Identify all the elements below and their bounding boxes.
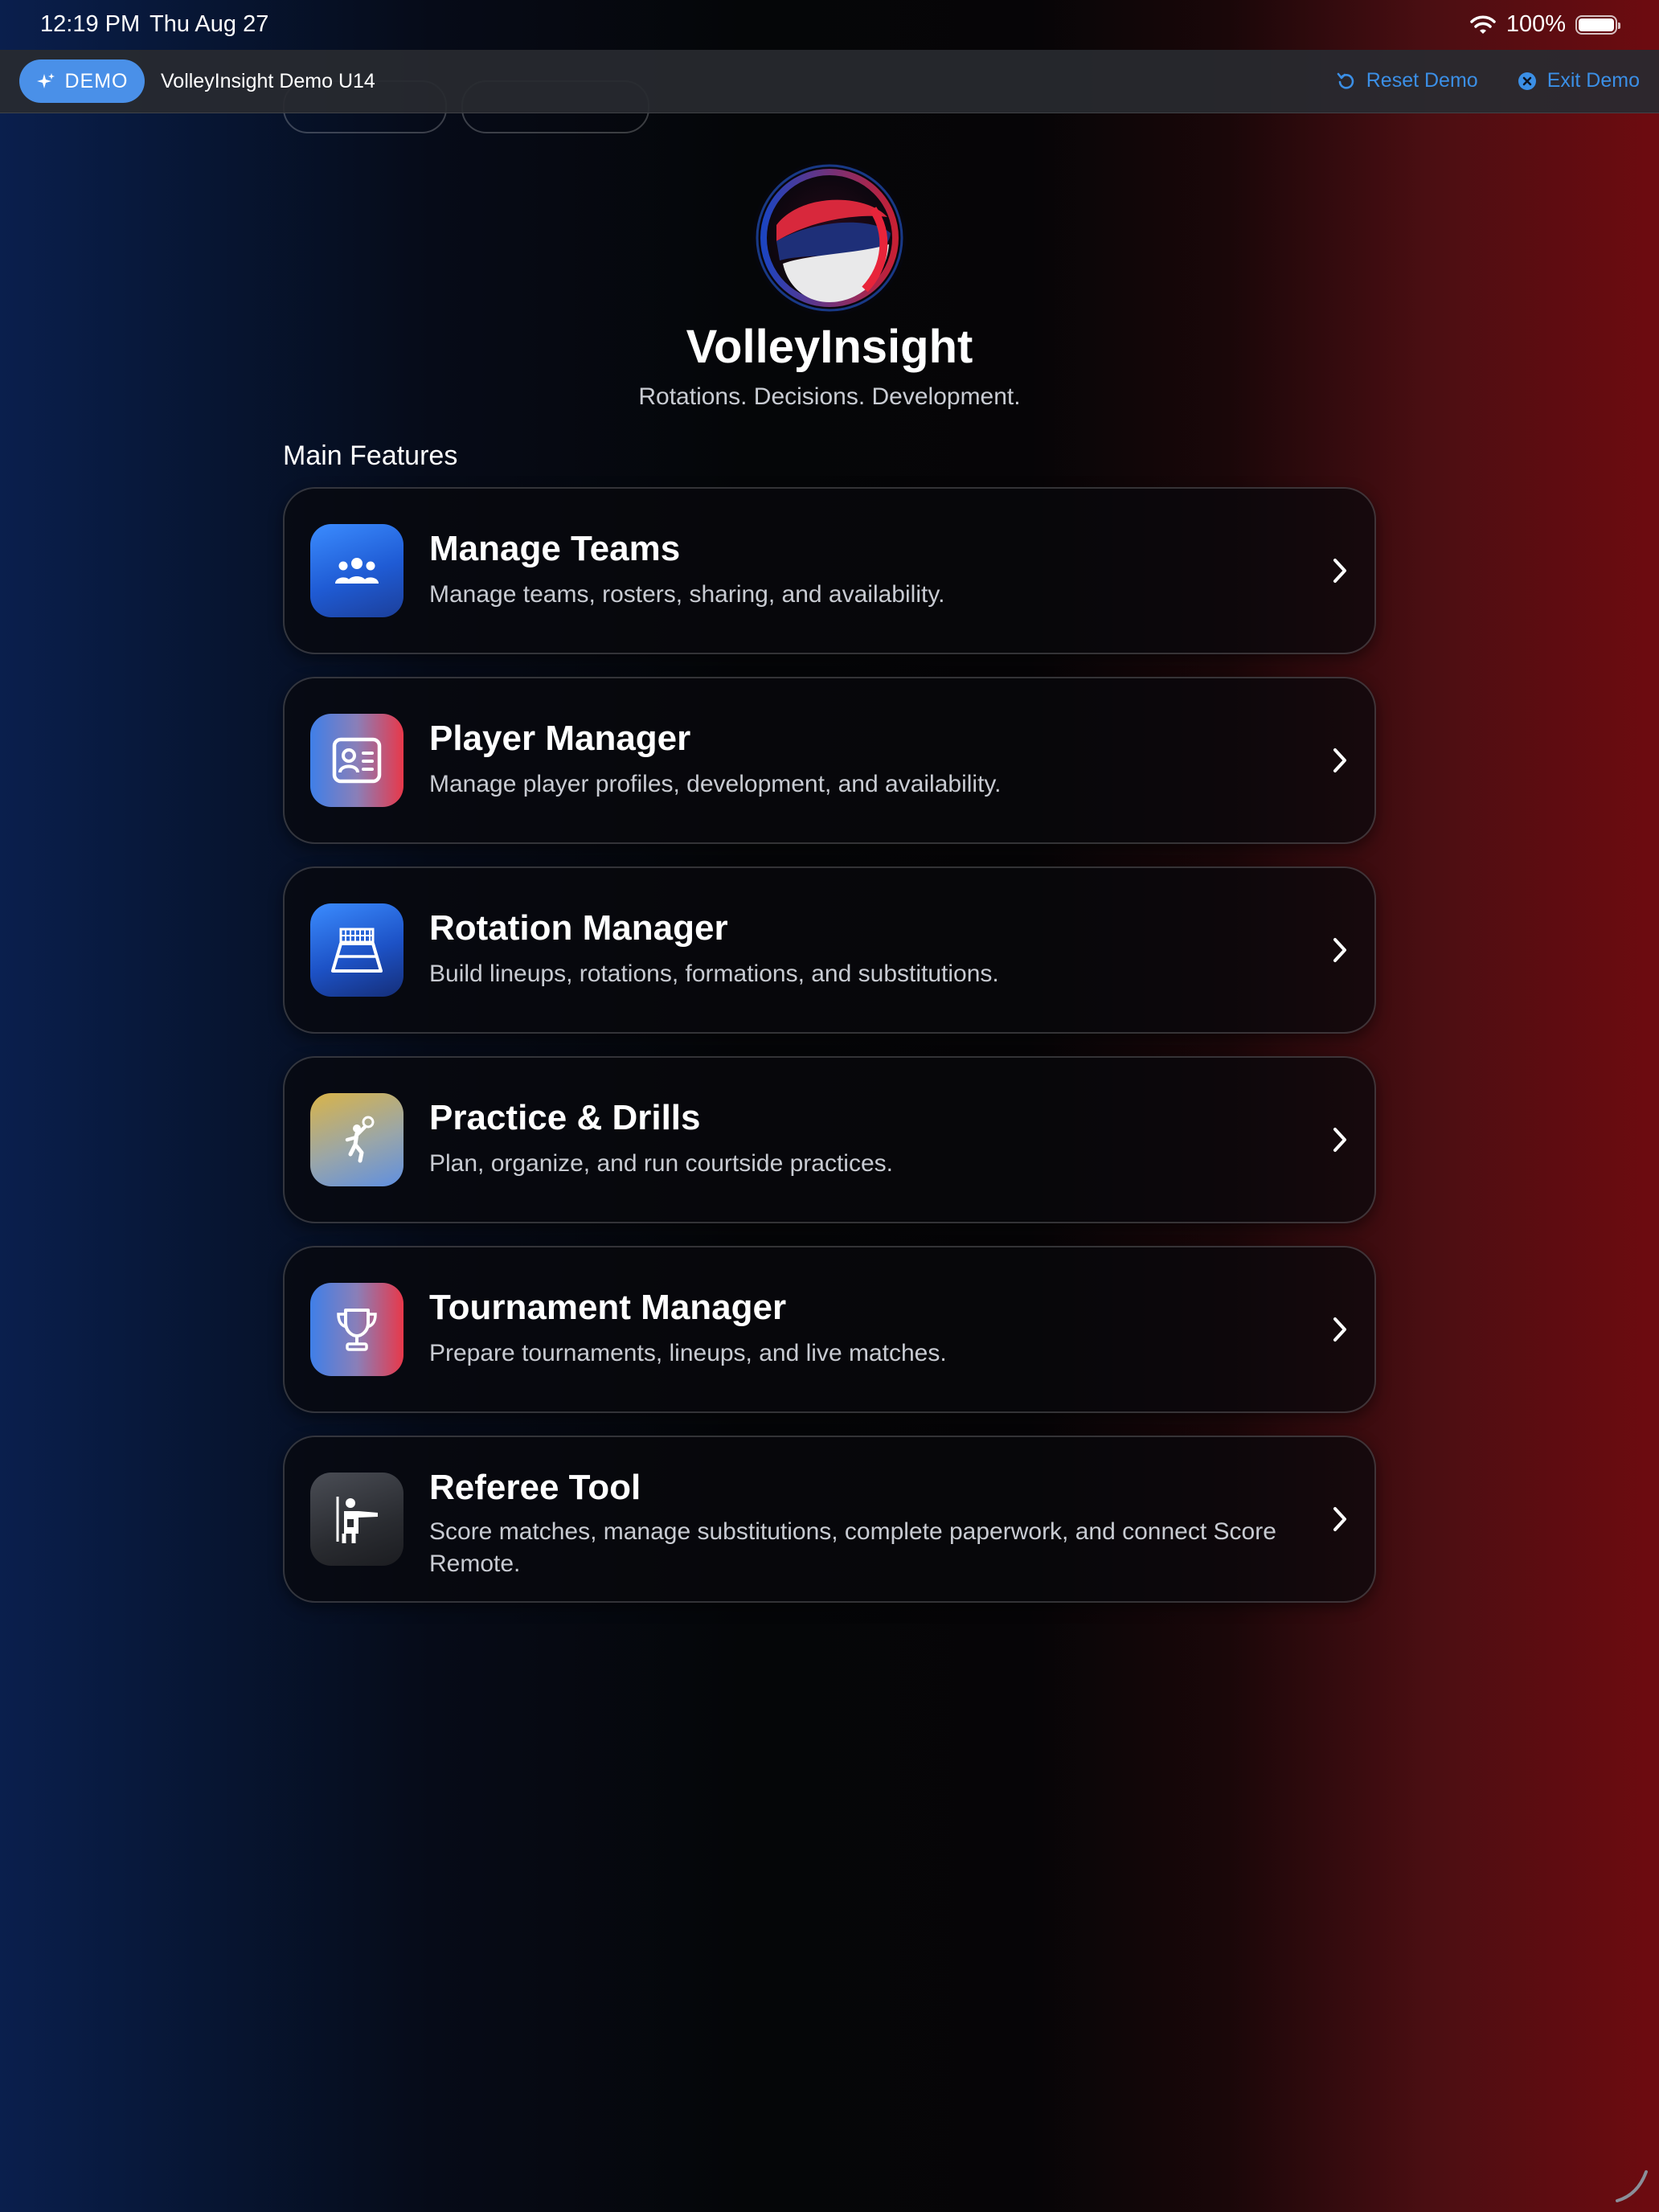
chevron-right-icon (1333, 1128, 1346, 1152)
chevron-right-icon (1333, 938, 1346, 962)
feature-card-rotation-manager[interactable]: Rotation Manager Build lineups, rotation… (283, 866, 1376, 1034)
app-title: VolleyInsight (686, 321, 973, 373)
sparkle-icon (36, 73, 55, 88)
feature-card-tournament-manager[interactable]: Tournament Manager Prepare tournaments, … (283, 1246, 1376, 1413)
demo-actions: Reset Demo Exit Demo (1336, 69, 1640, 92)
chevron-right-icon (1333, 1317, 1346, 1342)
people-icon (310, 524, 403, 617)
battery-percent: 100% (1505, 11, 1566, 37)
status-bar: 12:19 PM Thu Aug 27 100% (0, 0, 1659, 50)
battery-icon (1575, 14, 1620, 35)
exit-demo-label: Exit Demo (1546, 69, 1640, 92)
wifi-icon (1470, 15, 1496, 34)
volleyball-player-icon (310, 1093, 403, 1186)
feature-title: Referee Tool (429, 1468, 641, 1507)
feature-description: Build lineups, rotations, formations, an… (429, 961, 999, 987)
reset-icon (1337, 72, 1354, 89)
exit-demo-button[interactable]: Exit Demo (1517, 69, 1640, 92)
demo-bar: DEMO VolleyInsight Demo U14 Reset Demo E… (0, 50, 1659, 113)
status-date: Thu Aug 27 (150, 11, 269, 37)
close-circle-icon (1518, 72, 1536, 90)
demo-team-name: VolleyInsight Demo U14 (161, 70, 375, 92)
feature-title: Player Manager (429, 719, 691, 758)
feature-card-referee-tool[interactable]: Referee Tool Score matches, manage subst… (283, 1436, 1376, 1603)
feature-card-player-manager[interactable]: Player Manager Manage player profiles, d… (283, 677, 1376, 844)
volleyball-court-icon (310, 903, 403, 997)
id-card-icon (310, 714, 403, 807)
trophy-icon (310, 1283, 403, 1376)
demo-badge-label: DEMO (64, 69, 129, 92)
status-time: 12:19 PM (40, 11, 141, 37)
feature-title: Tournament Manager (429, 1288, 787, 1327)
reset-demo-button[interactable]: Reset Demo (1336, 69, 1478, 92)
feature-title: Manage Teams (429, 529, 681, 568)
demo-badge[interactable]: DEMO (19, 59, 145, 103)
feature-description: Plan, organize, and run courtside practi… (429, 1150, 893, 1177)
app-logo-icon (752, 161, 907, 315)
app-tagline: Rotations. Decisions. Development. (638, 383, 1021, 410)
section-title: Main Features (283, 440, 458, 471)
chevron-right-icon (1333, 1507, 1346, 1531)
feature-description: Score matches, manage substitutions, com… (429, 1518, 1276, 1577)
chevron-right-icon (1333, 559, 1346, 583)
feature-description: Prepare tournaments, lineups, and live m… (429, 1340, 947, 1366)
feature-description: Manage teams, rosters, sharing, and avai… (429, 581, 945, 608)
referee-icon (310, 1473, 403, 1566)
chevron-right-icon (1333, 748, 1346, 772)
feature-description: Manage player profiles, development, and… (429, 771, 1002, 797)
status-right: 100% (1469, 11, 1620, 38)
feature-title: Practice & Drills (429, 1098, 701, 1137)
resize-handle-icon[interactable] (1611, 2165, 1649, 2204)
feature-card-practice-drills[interactable]: Practice & Drills Plan, organize, and ru… (283, 1056, 1376, 1223)
feature-title: Rotation Manager (429, 908, 728, 948)
feature-card-manage-teams[interactable]: Manage Teams Manage teams, rosters, shar… (283, 487, 1376, 654)
reset-demo-label: Reset Demo (1366, 69, 1478, 92)
